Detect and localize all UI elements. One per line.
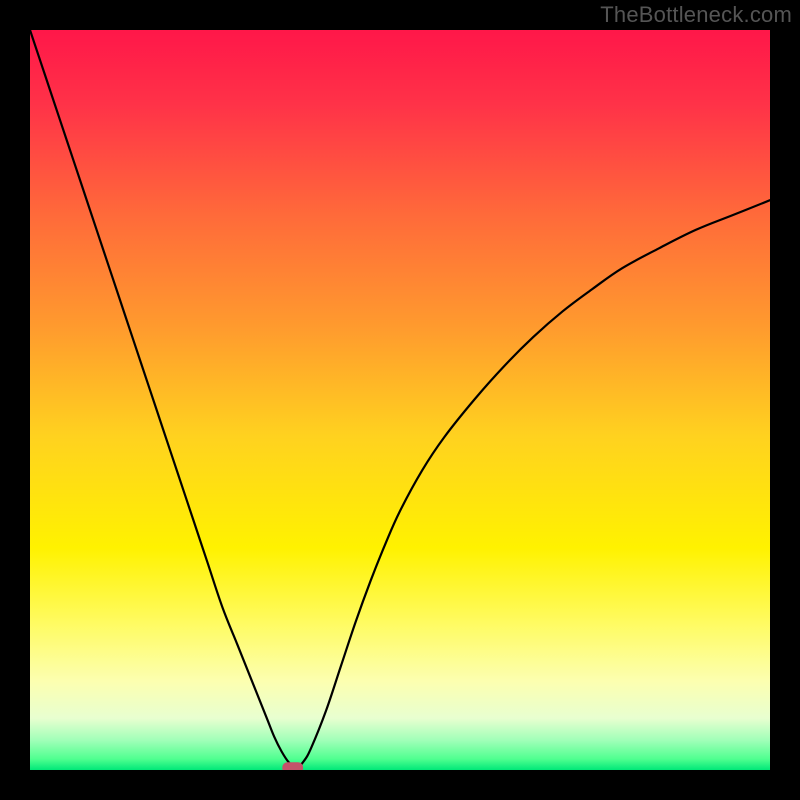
bottleneck-chart [30,30,770,770]
gradient-background [30,30,770,770]
optimum-marker [282,762,303,770]
chart-area [30,30,770,770]
watermark-text: TheBottleneck.com [600,2,792,28]
